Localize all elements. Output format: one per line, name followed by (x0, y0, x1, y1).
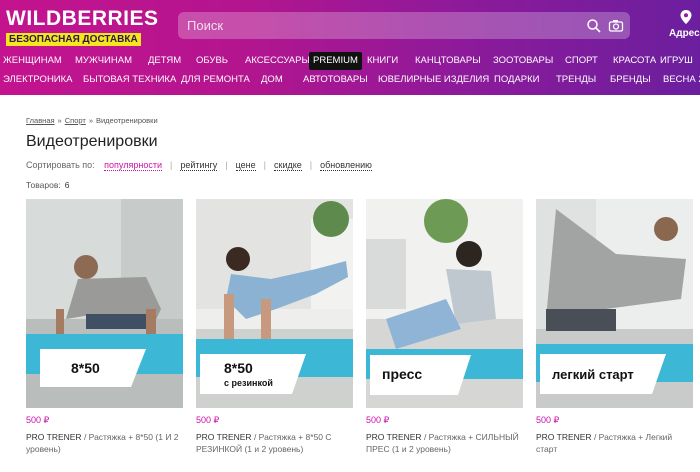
location-pin-icon (680, 10, 692, 24)
product-name[interactable]: PRO TRENER / Растяжка + 8*50 (1 И 2 уров… (26, 431, 183, 455)
product-photo[interactable]: 8*50 (26, 199, 183, 408)
card-badge-text: легкий старт (552, 367, 634, 382)
product-price: 500 ₽ (26, 415, 50, 425)
sort-popularity[interactable]: популярности (104, 160, 162, 171)
sort-divider: | (309, 160, 313, 170)
product-photo[interactable]: пресс (366, 199, 523, 408)
nav-auto[interactable]: АВТОТОВАРЫ (303, 71, 368, 89)
nav-electronics[interactable]: ЭЛЕКТРОНИКА (3, 71, 73, 89)
nav-appliances[interactable]: БЫТОВАЯ ТЕХНИКА (83, 71, 176, 89)
nav-men[interactable]: МУЖЧИНАМ (75, 52, 132, 70)
search-bar (178, 12, 630, 39)
search-icon[interactable] (586, 18, 602, 34)
product-brand: PRO TRENER (196, 432, 252, 442)
product-photo[interactable]: легкий старт (536, 199, 693, 408)
logo-tagline: БЕЗОПАСНАЯ ДОСТАВКА (6, 33, 141, 46)
sort-label: Сортировать по: (26, 160, 95, 170)
nav-stationery[interactable]: КАНЦТОВАРЫ (415, 52, 481, 70)
nav-spring[interactable]: ВЕСНА 20 (663, 71, 700, 89)
product-name[interactable]: PRO TRENER / Растяжка + 8*50 С РЕЗИНКОЙ … (196, 431, 353, 455)
breadcrumb-separator: » (88, 116, 93, 125)
card-badge-text: 8*50 (71, 360, 100, 376)
address-label: Адреса (669, 28, 700, 39)
breadcrumb-home[interactable]: Главная (26, 116, 55, 125)
breadcrumb: Главная» Спорт» Видеотренировки (26, 116, 158, 125)
product-brand: PRO TRENER (26, 432, 82, 442)
product-name[interactable]: PRO TRENER / Растяжка + Легкий старт (536, 431, 693, 455)
nav-home[interactable]: ДОМ (261, 71, 283, 89)
product-brand: PRO TRENER (366, 432, 422, 442)
logo-text: WILDBERRIES (6, 7, 159, 30)
category-nav-row-2: ЭЛЕКТРОНИКА БЫТОВАЯ ТЕХНИКА ДЛЯ РЕМОНТА … (0, 71, 700, 89)
nav-toys[interactable]: ИГРУШ (660, 52, 693, 70)
nav-sport[interactable]: СПОРТ (565, 52, 598, 70)
card-badge-text: пресс (382, 366, 422, 382)
nav-women[interactable]: ЖЕНЩИНАМ (3, 52, 62, 70)
sort-updated[interactable]: обновлению (320, 160, 372, 171)
search-input[interactable] (178, 12, 578, 39)
sort-bar: Сортировать по: популярности | рейтингу | це… (26, 160, 372, 171)
sort-divider: | (169, 160, 173, 170)
breadcrumb-separator: » (57, 116, 62, 125)
breadcrumb-current: Видеотренировки (95, 116, 158, 125)
nav-accessories[interactable]: АКСЕССУАРЫ (245, 52, 310, 70)
nav-kids[interactable]: ДЕТЯМ (148, 52, 181, 70)
category-nav-row-1: ЖЕНЩИНАМ МУЖЧИНАМ ДЕТЯМ ОБУВЬ АКСЕССУАРЫ… (0, 52, 700, 70)
logo[interactable]: WILDBERRIES БЕЗОПАСНАЯ ДОСТАВКА (6, 8, 159, 47)
page-title: Видеотренировки (26, 133, 158, 150)
product-card[interactable]: 8*50 500 ₽ PRO TRENER / Растяжка + 8*50 … (26, 199, 183, 461)
sort-divider: | (263, 160, 267, 170)
nav-books[interactable]: КНИГИ (367, 52, 398, 70)
nav-trends[interactable]: ТРЕНДЫ (556, 71, 596, 89)
breadcrumb-sport[interactable]: Спорт (65, 116, 86, 125)
card-badge-text: 8*50 (224, 360, 253, 376)
nav-pets[interactable]: ЗООТОВАРЫ (493, 52, 553, 70)
nav-repair[interactable]: ДЛЯ РЕМОНТА (181, 71, 250, 89)
product-price: 500 ₽ (366, 415, 390, 425)
nav-brands[interactable]: БРЕНДЫ (610, 71, 651, 89)
product-price: 500 ₽ (196, 415, 220, 425)
product-card[interactable]: легкий старт 500 ₽ PRO TRENER / Растяжка… (536, 199, 693, 461)
product-price: 500 ₽ (536, 415, 560, 425)
nav-premium[interactable]: PREMIUM (309, 52, 362, 70)
address-button[interactable]: Адреса (667, 10, 700, 42)
product-photo[interactable]: 8*50 с резинкой (196, 199, 353, 408)
product-card[interactable]: 8*50 с резинкой 500 ₽ PRO TRENER / Растя… (196, 199, 353, 461)
product-count-label: Товаров: (26, 180, 61, 190)
sort-divider: | (225, 160, 228, 170)
sort-price[interactable]: цене (235, 160, 256, 171)
product-name[interactable]: PRO TRENER / Растяжка + СИЛЬНЫЙ ПРЕС (1 … (366, 431, 523, 455)
sort-discount[interactable]: скидке (274, 160, 302, 171)
product-count: Товаров: 6 (26, 180, 69, 190)
product-card[interactable]: пресс 500 ₽ PRO TRENER / Растяжка + СИЛЬ… (366, 199, 523, 461)
nav-beauty[interactable]: КРАСОТА (613, 52, 656, 70)
camera-icon[interactable] (608, 18, 624, 34)
top-header: WILDBERRIES БЕЗОПАСНАЯ ДОСТАВКА Адреса Ж… (0, 0, 700, 95)
nav-gifts[interactable]: ПОДАРКИ (494, 71, 539, 89)
sort-rating[interactable]: рейтингу (180, 160, 218, 171)
nav-jewelry[interactable]: ЮВЕЛИРНЫЕ ИЗДЕЛИЯ (378, 71, 489, 89)
product-count-value: 6 (64, 180, 70, 190)
nav-shoes[interactable]: ОБУВЬ (196, 52, 228, 70)
card-badge-subtext: с резинкой (224, 378, 273, 388)
product-brand: PRO TRENER (536, 432, 592, 442)
